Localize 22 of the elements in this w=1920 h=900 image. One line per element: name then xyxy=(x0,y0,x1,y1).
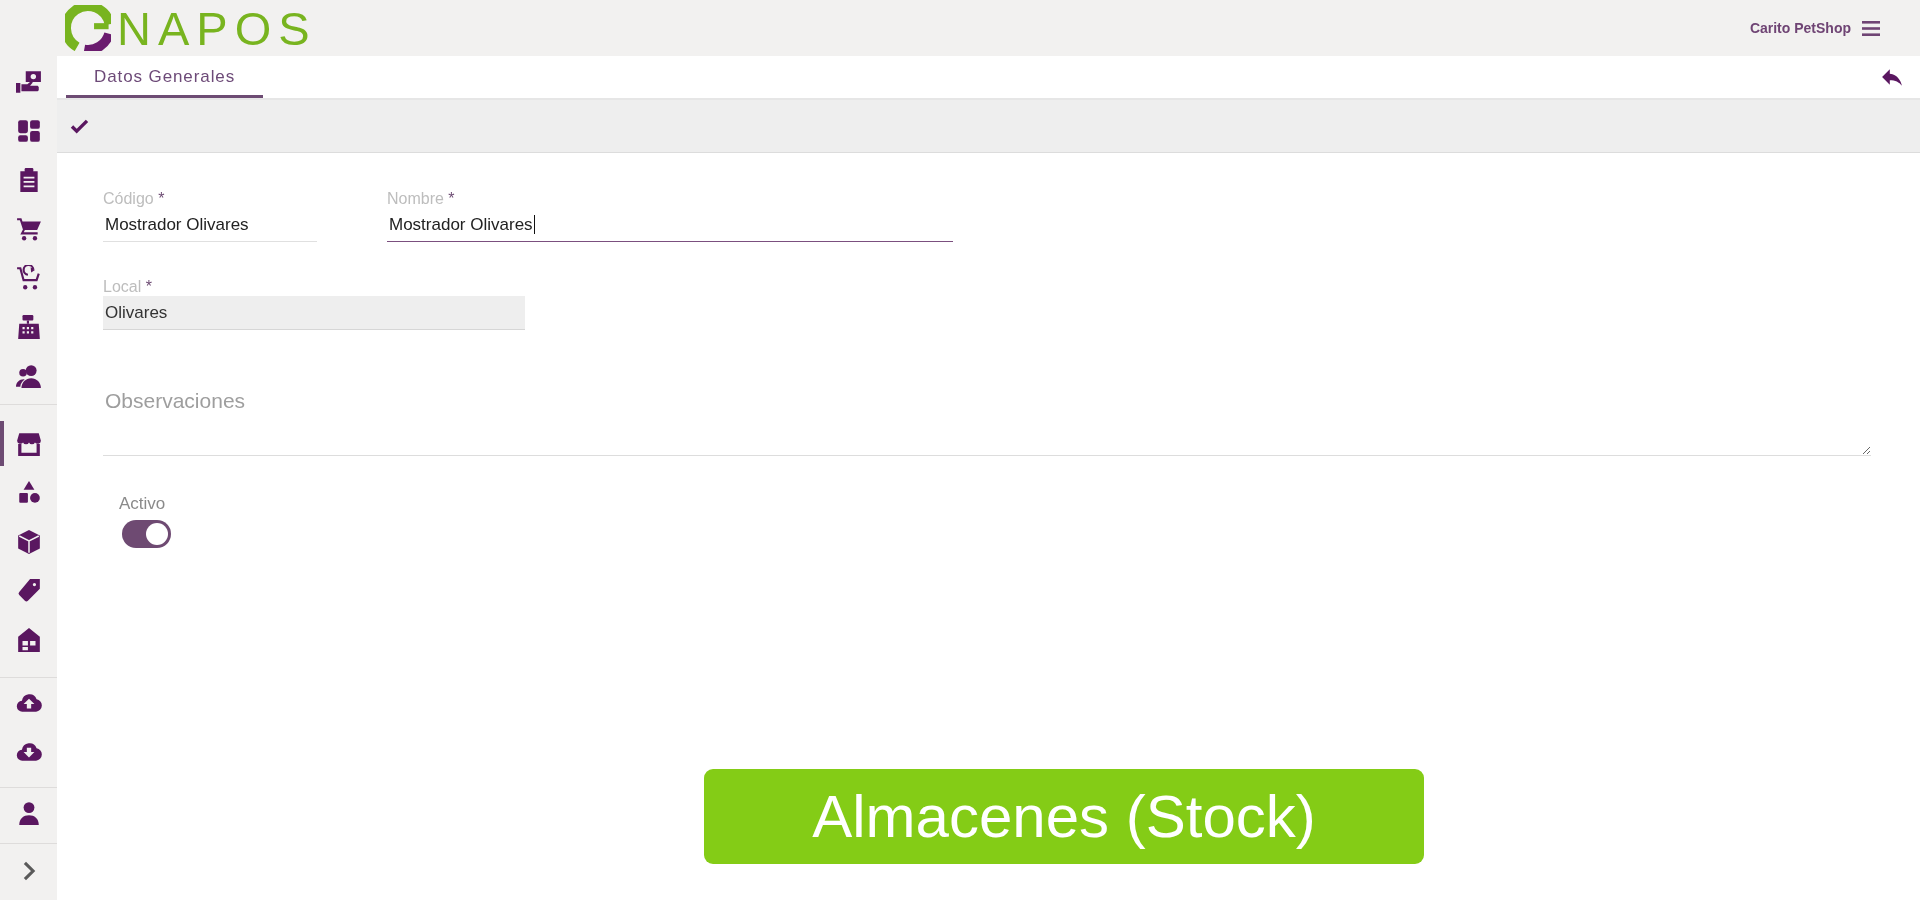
field-label: Código * xyxy=(103,190,166,208)
cart-arrow-icon[interactable] xyxy=(15,264,42,291)
house-boxes-icon[interactable] xyxy=(15,626,42,653)
chevron-right-icon[interactable] xyxy=(21,861,36,881)
caption-banner: Almacenes (Stock) xyxy=(704,769,1424,864)
box-icon[interactable] xyxy=(15,528,42,555)
logo-icon xyxy=(65,5,111,51)
toggle-switch[interactable] xyxy=(122,520,171,548)
users-icon[interactable] xyxy=(15,362,42,389)
back-arrow-icon[interactable] xyxy=(1881,68,1903,86)
store-icon[interactable] xyxy=(15,430,42,457)
hand-bill-icon[interactable] xyxy=(15,68,42,95)
cart-icon[interactable] xyxy=(15,215,42,242)
company-name[interactable]: Carito PetShop xyxy=(1749,20,1851,36)
grid-icon[interactable] xyxy=(15,117,42,144)
field-label: Local * xyxy=(103,278,153,296)
toggle-label: Activo xyxy=(119,494,166,514)
field-label: Nombre * xyxy=(387,190,456,208)
menu-icon[interactable] xyxy=(1862,20,1880,36)
cash-register-icon[interactable] xyxy=(15,313,42,340)
logo-text: NAPOS xyxy=(117,4,317,52)
check-icon[interactable] xyxy=(70,118,89,134)
